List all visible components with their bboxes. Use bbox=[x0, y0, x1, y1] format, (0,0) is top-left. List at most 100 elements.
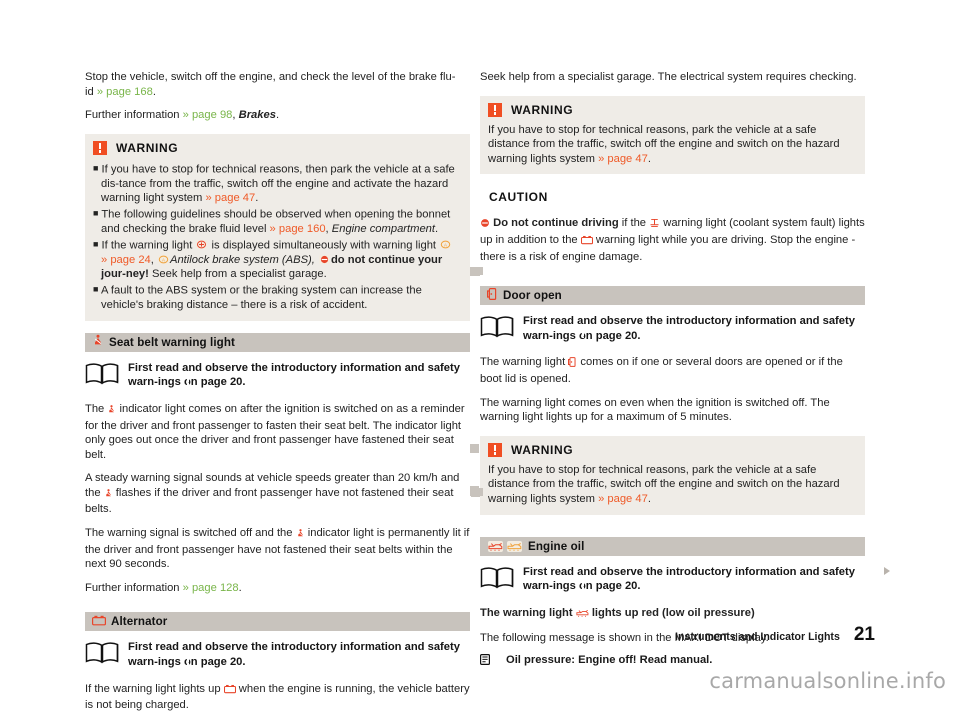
right-intro-text: Seek help from a specialist garage. The … bbox=[480, 71, 857, 83]
read-first-text-b: on page 20. bbox=[578, 580, 641, 593]
read-first-text-a: First read and observe the introductory … bbox=[128, 361, 460, 389]
warning-box-header: WARNING bbox=[488, 442, 857, 457]
caution-text-a: if the bbox=[618, 217, 650, 230]
door-open-paragraph-1: The warning light comes on if one or sev… bbox=[480, 355, 865, 386]
seat-belt-further-information: Further information » page 128. bbox=[85, 581, 470, 596]
margin-marker-col1-c bbox=[470, 444, 479, 453]
warning-bullet-1: ■ If you have to stop for technical reas… bbox=[93, 161, 462, 206]
seat-belt-p3-a: The warning signal is switched off and t… bbox=[85, 527, 296, 540]
warning-box-electrical: WARNING If you have to stop for technica… bbox=[480, 95, 865, 175]
seat-belt-p4-a: Further information bbox=[85, 581, 183, 594]
seat-belt-paragraph-3: The warning signal is switched off and t… bbox=[85, 526, 470, 572]
door-open-icon-inline bbox=[568, 357, 577, 372]
warning-box-door-open: WARNING If you have to stop for technica… bbox=[480, 435, 865, 515]
read-first-text-a: First read and observe the introductory … bbox=[523, 315, 855, 342]
oil-can-yellow-icon bbox=[507, 540, 522, 552]
left-column: Stop the vehicle, switch off the engine,… bbox=[85, 70, 470, 722]
section-header-engine-oil: Engine oil bbox=[480, 536, 865, 556]
oil-can-red-icon bbox=[488, 540, 503, 552]
warning-label: WARNING bbox=[511, 442, 574, 457]
warning-bullet-1-period: . bbox=[255, 192, 259, 205]
warning-bullet-3: ■ If the warning light is displayed simu… bbox=[93, 237, 462, 282]
warning-bang-icon bbox=[93, 140, 107, 155]
read-first-block-alternator: First read and observe the introductory … bbox=[85, 640, 470, 670]
section-header-seat-belt: Seat belt warning light bbox=[85, 332, 470, 352]
section-title-alternator: Alternator bbox=[111, 615, 168, 629]
section-header-alternator: Alternator bbox=[85, 612, 470, 632]
page-ref-98[interactable]: » page 98 bbox=[183, 109, 233, 121]
door-open-paragraph-2: The warning light comes on even when the… bbox=[480, 396, 865, 425]
abs-warning-light-icon-2: A bbox=[158, 254, 169, 264]
brake-warning-light-icon bbox=[196, 240, 208, 250]
stop-warning-light-icon bbox=[480, 218, 490, 233]
warning-text-a: If you have to stop for technical reason… bbox=[488, 123, 840, 165]
caution-box-header: CAUTION bbox=[480, 188, 865, 209]
continuation-arrow-icon bbox=[884, 567, 890, 575]
battery-icon-inline-caution bbox=[580, 235, 593, 250]
display-message-text: Oil pressure: Engine off! Read manual. bbox=[506, 653, 713, 666]
warning-text-period: . bbox=[647, 492, 651, 505]
read-first-text-a: First read and observe the introductory … bbox=[128, 641, 460, 669]
seat-belt-p2-b: flashes if the driver and front passenge… bbox=[85, 486, 454, 516]
read-first-block-seat-belt: First read and observe the introductory … bbox=[85, 361, 470, 391]
warning-box-door-open-text: If you have to stop for technical reason… bbox=[488, 463, 857, 507]
section-title-engine-oil: Engine oil bbox=[528, 539, 585, 553]
bullet-point-icon: ■ bbox=[93, 284, 99, 295]
seatbelt-icon-inline-3 bbox=[296, 528, 305, 543]
read-first-block-door-open: First read and observe the introductory … bbox=[480, 314, 865, 344]
section-title-seat-belt: Seat belt warning light bbox=[109, 335, 235, 349]
page-ref-168[interactable]: » page 168 bbox=[97, 86, 153, 98]
door-open-p1-a: The warning light bbox=[480, 356, 569, 369]
intro-text-a: Stop the vehicle, switch off the engine,… bbox=[85, 71, 456, 83]
caution-emphasis: Do not continue driving bbox=[493, 217, 619, 230]
warning-text-a: If you have to stop for technical reason… bbox=[488, 463, 840, 505]
footer-chapter-title: Instruments and Indicator Lights bbox=[675, 631, 840, 643]
book-icon bbox=[480, 315, 514, 344]
further-information-paragraph: Further information » page 98, Brakes. bbox=[85, 108, 470, 123]
warning-bullet-3-chapter: Antilock brake system (ABS), bbox=[170, 253, 315, 266]
page-ref-160[interactable]: » page 160 bbox=[270, 223, 326, 235]
book-icon bbox=[85, 641, 119, 670]
warning-box-brakes: WARNING ■ If you have to stop for techni… bbox=[85, 133, 470, 321]
coolant-warning-light-icon bbox=[649, 218, 660, 233]
page-ref-47-b[interactable]: » page 47 bbox=[598, 153, 648, 165]
page-ref-128[interactable]: » page 128 bbox=[183, 582, 239, 594]
oil-can-red-icon-inline bbox=[576, 608, 589, 623]
stop-warning-light-icon bbox=[318, 254, 330, 264]
alternator-p1-a: If the warning light lights up bbox=[85, 682, 224, 695]
seatbelt-icon-inline-2 bbox=[104, 488, 113, 503]
warning-label: WARNING bbox=[116, 140, 179, 155]
page-ref-47-c[interactable]: » page 47 bbox=[598, 493, 648, 505]
section-title-door-open: Door open bbox=[503, 289, 562, 303]
warning-text-period: . bbox=[647, 152, 651, 165]
seat-belt-p1-b: indicator light comes on after the ignit… bbox=[85, 402, 465, 461]
right-intro-paragraph: Seek help from a specialist garage. The … bbox=[480, 70, 865, 85]
caution-label: CAUTION bbox=[489, 190, 548, 205]
bullet-point-icon: ■ bbox=[93, 162, 99, 173]
seat-belt-p4-period: . bbox=[238, 581, 242, 594]
display-message-icon bbox=[480, 653, 491, 670]
read-first-text-b: on page 20. bbox=[578, 329, 641, 342]
warning-bang-icon bbox=[488, 442, 502, 457]
read-first-text-a: First read and observe the introductory … bbox=[523, 565, 855, 593]
caution-paragraph: Do not continue driving if the warning l… bbox=[480, 216, 865, 264]
seat-belt-paragraph-2: A steady warning signal sounds at vehicl… bbox=[85, 471, 470, 517]
read-first-text-door-open: First read and observe the introductory … bbox=[523, 314, 865, 344]
battery-icon-inline bbox=[223, 684, 236, 699]
warning-bullet-4: ■ A fault to the ABS system or the braki… bbox=[93, 282, 462, 313]
manual-page: Stop the vehicle, switch off the engine,… bbox=[0, 0, 960, 711]
warning-box-header: WARNING bbox=[488, 102, 857, 117]
intro-text-period: . bbox=[152, 85, 156, 98]
warning-bullet-2: ■ The following guidelines should be obs… bbox=[93, 206, 462, 237]
battery-icon bbox=[92, 613, 107, 631]
read-first-text-seat-belt: First read and observe the introductory … bbox=[128, 361, 470, 391]
svg-text:A: A bbox=[162, 257, 165, 262]
engine-oil-p1-b: lights up red (low oil pressure) bbox=[588, 606, 755, 619]
page-ref-47-a[interactable]: » page 47 bbox=[205, 192, 255, 204]
warning-label: WARNING bbox=[511, 102, 574, 117]
footer-page-number: 21 bbox=[853, 624, 875, 645]
seatbelt-icon bbox=[92, 333, 104, 351]
page-ref-24[interactable]: » page 24 bbox=[101, 254, 151, 266]
warning-bullet-3-text-c: Seek help from a specialist garage. bbox=[148, 268, 327, 281]
book-icon bbox=[480, 566, 514, 595]
